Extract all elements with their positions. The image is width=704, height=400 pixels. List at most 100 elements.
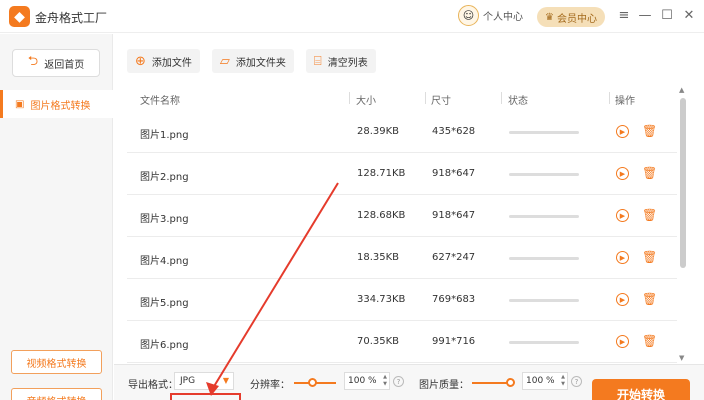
avatar-icon: ☺ xyxy=(458,5,479,26)
play-icon[interactable]: ▶ xyxy=(616,335,629,348)
status-progress-bar xyxy=(509,257,579,260)
app-logo-icon: ◆ xyxy=(9,6,30,27)
sidebar-item-label: 图片格式转换 xyxy=(30,100,91,112)
clear-list-label: 清空列表 xyxy=(327,57,368,69)
sidebar-item-image-convert[interactable]: ▣ 图片格式转换 xyxy=(0,90,113,118)
start-convert-button[interactable]: 开始转换 xyxy=(592,379,690,400)
user-center-label: 个人中心 xyxy=(483,12,523,23)
play-icon[interactable]: ▶ xyxy=(616,251,629,264)
file-size: 70.35KB xyxy=(357,336,400,347)
file-size: 334.73KB xyxy=(357,294,406,305)
scrollbar[interactable]: ▲ ▼ xyxy=(679,86,687,364)
file-size: 18.35KB xyxy=(357,252,400,263)
trash-icon[interactable]: 🗑 xyxy=(642,292,657,306)
file-dimensions: 627*247 xyxy=(432,252,476,263)
export-format-label: 导出格式： xyxy=(128,380,178,391)
file-dimensions: 991*716 xyxy=(432,336,476,347)
column-header-actions: 操作 xyxy=(615,96,635,107)
file-dimensions: 918*647 xyxy=(432,168,476,179)
annotation-highlight-box xyxy=(170,393,241,400)
file-name: 图片4.png xyxy=(140,256,189,267)
user-center-button[interactable]: ☺ 个人中心 xyxy=(458,5,523,26)
add-folder-button[interactable]: ▱ 添加文件夹 xyxy=(211,49,294,73)
scroll-thumb[interactable] xyxy=(680,98,686,268)
back-home-label: 返回首页 xyxy=(44,59,85,71)
status-progress-bar xyxy=(509,173,579,176)
file-name: 图片5.png xyxy=(140,298,189,309)
file-list: 图片1.png 28.39KB 435*628 ▶ 🗑 图片2.png 128.… xyxy=(127,111,677,363)
table-row[interactable]: 图片5.png 334.73KB 769*683 ▶ 🗑 xyxy=(127,279,677,321)
trash-icon[interactable]: 🗑 xyxy=(642,166,657,180)
back-arrow-icon: ⮌ xyxy=(27,54,39,69)
resolution-slider-knob[interactable] xyxy=(308,378,317,387)
resolution-help-icon[interactable]: ? xyxy=(393,376,404,387)
resolution-value: 100 % xyxy=(348,376,377,386)
export-format-value: JPG xyxy=(180,376,196,386)
scroll-down-icon[interactable]: ▼ xyxy=(679,354,684,362)
table-row[interactable]: 图片1.png 28.39KB 435*628 ▶ 🗑 xyxy=(127,111,677,153)
audio-convert-button[interactable]: 音频格式转换 xyxy=(11,388,102,400)
column-divider xyxy=(349,92,350,104)
export-format-select[interactable]: JPG ▼ xyxy=(174,372,234,390)
crown-icon: ♛ xyxy=(545,11,554,23)
menu-icon[interactable]: ≡ xyxy=(616,8,632,23)
quality-help-icon[interactable]: ? xyxy=(571,376,582,387)
table-row[interactable]: 图片3.png 128.68KB 918*647 ▶ 🗑 xyxy=(127,195,677,237)
app-title: 金舟格式工厂 xyxy=(35,11,108,25)
add-file-button[interactable]: ⊕ 添加文件 xyxy=(127,49,200,73)
file-dimensions: 769*683 xyxy=(432,294,476,305)
quality-input[interactable]: 100 % ▲ ▼ xyxy=(522,372,568,390)
trash-icon[interactable]: 🗑 xyxy=(642,334,657,348)
member-center-label: 会员中心 xyxy=(556,13,597,25)
spinner-icon[interactable]: ▲ ▼ xyxy=(561,374,565,388)
trash-icon[interactable]: 🗑 xyxy=(642,250,657,264)
scroll-up-icon[interactable]: ▲ xyxy=(679,86,684,94)
column-divider xyxy=(425,92,426,104)
file-dimensions: 918*647 xyxy=(432,210,476,221)
trash-icon[interactable]: 🗑 xyxy=(642,124,657,138)
broom-icon: ⌸ xyxy=(313,53,322,69)
column-divider xyxy=(609,92,610,104)
file-size: 128.71KB xyxy=(357,168,406,179)
column-divider xyxy=(501,92,502,104)
back-home-button[interactable]: ⮌ 返回首页 xyxy=(12,49,100,77)
status-progress-bar xyxy=(509,215,579,218)
table-header: 文件名称 大小 尺寸 状态 操作 xyxy=(127,90,677,108)
image-icon: ▣ xyxy=(15,98,25,110)
play-icon[interactable]: ▶ xyxy=(616,293,629,306)
sidebar: ⮌ 返回首页 ▣ 图片格式转换 视频格式转换 音频格式转换 xyxy=(0,34,113,400)
plus-circle-icon: ⊕ xyxy=(135,53,146,69)
maximize-icon[interactable]: ☐ xyxy=(659,8,675,23)
quality-label: 图片质量： xyxy=(419,380,469,391)
video-convert-button[interactable]: 视频格式转换 xyxy=(11,350,102,374)
table-row[interactable]: 图片4.png 18.35KB 627*247 ▶ 🗑 xyxy=(127,237,677,279)
title-bar: ◆ 金舟格式工厂 ☺ 个人中心 ♛ 会员中心 ≡ — ☐ ✕ xyxy=(0,0,704,33)
file-name: 图片3.png xyxy=(140,214,189,225)
close-icon[interactable]: ✕ xyxy=(681,8,697,23)
play-icon[interactable]: ▶ xyxy=(616,125,629,138)
play-icon[interactable]: ▶ xyxy=(616,167,629,180)
file-name: 图片6.png xyxy=(140,340,189,351)
file-dimensions: 435*628 xyxy=(432,126,476,137)
spinner-icon[interactable]: ▲ ▼ xyxy=(383,374,387,388)
toolbar: ⊕ 添加文件 ▱ 添加文件夹 ⌸ 清空列表 xyxy=(127,49,376,73)
file-name: 图片2.png xyxy=(140,172,189,183)
column-header-dimensions: 尺寸 xyxy=(431,96,451,107)
column-header-name: 文件名称 xyxy=(140,96,180,107)
resolution-input[interactable]: 100 % ▲ ▼ xyxy=(344,372,390,390)
quality-value: 100 % xyxy=(526,376,555,386)
status-progress-bar xyxy=(509,131,579,134)
clear-list-button[interactable]: ⌸ 清空列表 xyxy=(305,49,376,73)
file-name: 图片1.png xyxy=(140,130,189,141)
add-file-label: 添加文件 xyxy=(151,57,192,69)
status-progress-bar xyxy=(509,299,579,302)
table-row[interactable]: 图片2.png 128.71KB 918*647 ▶ 🗑 xyxy=(127,153,677,195)
member-center-button[interactable]: ♛ 会员中心 xyxy=(537,7,605,27)
minimize-icon[interactable]: — xyxy=(637,8,653,23)
trash-icon[interactable]: 🗑 xyxy=(642,208,657,222)
resolution-label: 分辨率： xyxy=(250,380,290,391)
play-icon[interactable]: ▶ xyxy=(616,209,629,222)
table-row[interactable]: 图片6.png 70.35KB 991*716 ▶ 🗑 xyxy=(127,321,677,363)
caret-down-icon: ▼ xyxy=(222,376,229,385)
quality-slider-knob[interactable] xyxy=(506,378,515,387)
